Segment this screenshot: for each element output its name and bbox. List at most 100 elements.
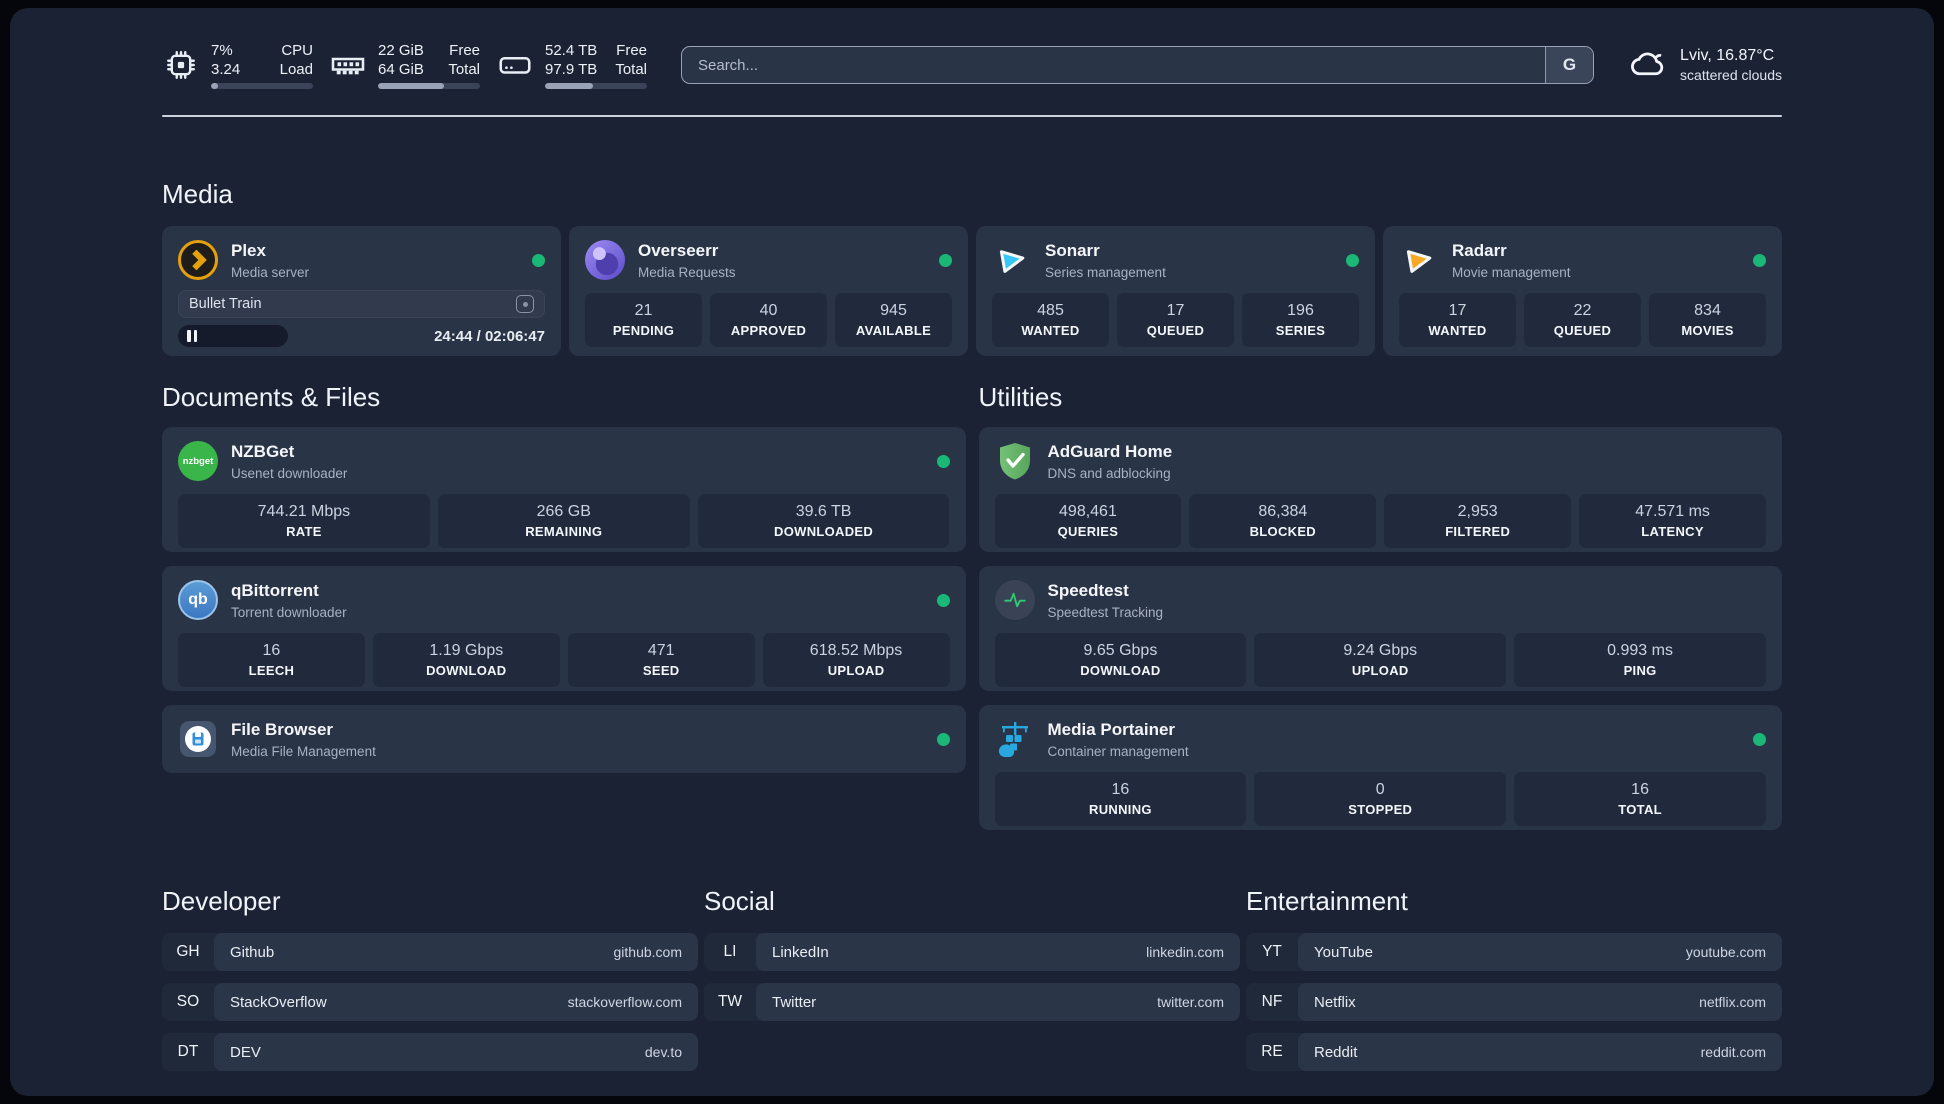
section-title-documents: Documents & Files <box>162 382 381 413</box>
service-name: AdGuard Home <box>1047 442 1173 462</box>
portainer-icon <box>995 719 1035 759</box>
search-input[interactable] <box>682 47 1546 84</box>
section-title-media: Media <box>162 179 233 210</box>
bookmark-abbr: SO <box>176 993 200 1011</box>
ram-free-value: 22 GiB <box>378 42 424 59</box>
bookmark-group-social: Social LI LinkedIn linkedin.com TW Twitt… <box>704 886 1240 1083</box>
stat-tile: 266 GB REMAINING <box>437 494 690 549</box>
search-engine-button[interactable]: G <box>1545 47 1594 84</box>
cpu-label: CPU <box>281 42 313 59</box>
ram-icon <box>329 45 367 85</box>
status-indicator <box>1346 253 1359 267</box>
speedtest-icon <box>994 580 1035 621</box>
service-name: NZBGet <box>231 442 295 462</box>
stat-tile: 618.52 Mbps UPLOAD <box>762 633 950 688</box>
bookmark-stackoverflow[interactable]: SO StackOverflow stackoverflow.com <box>162 983 698 1022</box>
bookmark-name: Github <box>230 943 275 961</box>
ram-free-label: Free <box>449 42 480 59</box>
service-card-portainer[interactable]: Media Portainer Container management 16 … <box>978 705 1782 831</box>
disk-stat: 52.4 TB 97.9 TB Free Total <box>496 41 647 90</box>
service-name: Overseerr <box>638 241 719 261</box>
bookmark-domain: twitter.com <box>1157 994 1224 1011</box>
service-name: File Browser <box>231 720 334 740</box>
cpu-progress-bar <box>211 83 313 90</box>
service-description: Series management <box>1045 264 1166 280</box>
section-title-social: Social <box>704 886 775 917</box>
stat-tile: 16 TOTAL <box>1514 772 1766 827</box>
playback-time: 24:44 / 02:06:47 <box>434 327 545 345</box>
documents-column: Documents & Files nzbget NZBGet Usenet d… <box>162 382 966 830</box>
nzbget-icon: nzbget <box>178 441 218 482</box>
bookmark-group-entertainment: Entertainment YT YouTube youtube.com NF … <box>1246 886 1782 1083</box>
dashboard: 7% 3.24 CPU Load 22 GiB 64 GiB Free Tota… <box>10 8 1934 1096</box>
bookmark-domain: netflix.com <box>1699 994 1766 1011</box>
stat-tile: 744.21 Mbps RATE <box>178 494 430 549</box>
bookmark-reddit[interactable]: RE Reddit reddit.com <box>1246 1033 1782 1072</box>
bookmark-abbr: YT <box>1262 943 1282 961</box>
service-card-filebrowser[interactable]: File Browser Media File Management <box>162 705 966 774</box>
qbittorrent-icon: qb <box>178 580 218 621</box>
header-divider <box>162 115 1782 118</box>
service-card-nzbget[interactable]: nzbget NZBGet Usenet downloader 744.21 M… <box>162 427 966 553</box>
top-bar: 7% 3.24 CPU Load 22 GiB 64 GiB Free Tota… <box>162 41 1782 90</box>
service-description: Torrent downloader <box>231 604 347 620</box>
disk-icon <box>496 45 534 85</box>
bookmark-linkedin[interactable]: LI LinkedIn linkedin.com <box>704 933 1240 972</box>
bookmark-youtube[interactable]: YT YouTube youtube.com <box>1246 933 1782 972</box>
weather-location-temp: Lviv, 16.87°C <box>1680 47 1775 65</box>
bookmark-name: Netflix <box>1314 993 1356 1011</box>
service-card-sonarr[interactable]: Sonarr Series management 485 WANTED 17 Q… <box>976 226 1375 357</box>
filebrowser-icon <box>178 719 218 759</box>
media-cards-row: Plex Media server Bullet Train 24:44 / 0… <box>162 226 1782 357</box>
stat-tile: 39.6 TB DOWNLOADED <box>697 494 950 549</box>
stat-tile: 9.24 Gbps UPLOAD <box>1254 633 1507 688</box>
disk-total-label: Total <box>615 61 647 79</box>
bookmark-dev[interactable]: DT DEV dev.to <box>162 1033 698 1072</box>
status-indicator <box>1753 732 1766 746</box>
stat-tile: 16 LEECH <box>178 633 365 688</box>
bookmark-domain: reddit.com <box>1700 1044 1766 1061</box>
stat-tile: 1.19 Gbps DOWNLOAD <box>372 633 560 688</box>
disk-free-label: Free <box>616 42 647 59</box>
bookmark-twitter[interactable]: TW Twitter twitter.com <box>704 983 1240 1022</box>
service-description: Speedtest Tracking <box>1047 604 1164 620</box>
plex-icon <box>178 240 218 281</box>
system-stats: 7% 3.24 CPU Load 22 GiB 64 GiB Free Tota… <box>162 41 647 90</box>
bookmark-github[interactable]: GH Github github.com <box>162 933 698 972</box>
pause-button[interactable] <box>178 325 288 348</box>
stat-tile: 21 PENDING <box>585 293 702 348</box>
service-card-speedtest[interactable]: Speedtest Speedtest Tracking 9.65 Gbps D… <box>978 566 1782 692</box>
service-name: Plex <box>231 241 266 261</box>
weather-condition: scattered clouds <box>1680 67 1782 84</box>
service-card-plex[interactable]: Plex Media server Bullet Train 24:44 / 0… <box>162 226 561 357</box>
service-description: DNS and adblocking <box>1047 465 1171 481</box>
service-card-qbittorrent[interactable]: qb qBittorrent Torrent downloader 16 LEE… <box>162 566 966 692</box>
pause-icon <box>187 330 197 343</box>
disk-total-value: 97.9 TB <box>545 61 598 79</box>
utilities-column: Utilities AdGuard Home DNS and adblockin… <box>978 382 1782 831</box>
stat-tile: 945 AVAILABLE <box>835 293 952 348</box>
cpu-load-value: 3.24 <box>211 61 241 79</box>
section-title-utilities: Utilities <box>978 382 1063 413</box>
service-name: Speedtest <box>1047 581 1129 601</box>
service-description: Usenet downloader <box>231 465 348 481</box>
bookmark-netflix[interactable]: NF Netflix netflix.com <box>1246 983 1782 1022</box>
bookmark-name: StackOverflow <box>230 993 327 1011</box>
bookmark-abbr: LI <box>723 943 737 961</box>
status-indicator <box>936 732 950 746</box>
stat-tile: 471 SEED <box>567 633 755 688</box>
service-description: Media server <box>231 264 310 280</box>
bookmark-domain: youtube.com <box>1685 944 1766 961</box>
service-card-adguard[interactable]: AdGuard Home DNS and adblocking 498,461 … <box>978 427 1782 553</box>
bookmark-name: Reddit <box>1314 1043 1358 1061</box>
service-name: qBittorrent <box>231 581 319 601</box>
bookmark-domain: github.com <box>613 944 682 961</box>
player-controls-row: 24:44 / 02:06:47 <box>178 325 545 348</box>
service-card-radarr[interactable]: Radarr Movie management 17 WANTED 22 QUE… <box>1383 226 1782 357</box>
cpu-usage-value: 7% <box>211 42 233 59</box>
section-title-developer: Developer <box>162 886 281 917</box>
service-card-overseerr[interactable]: Overseerr Media Requests 21 PENDING 40 A… <box>569 226 968 357</box>
now-playing-row: Bullet Train <box>178 290 545 319</box>
stat-tile: 16 RUNNING <box>994 772 1247 827</box>
bookmark-group-developer: Developer GH Github github.com SO StackO… <box>162 886 698 1083</box>
